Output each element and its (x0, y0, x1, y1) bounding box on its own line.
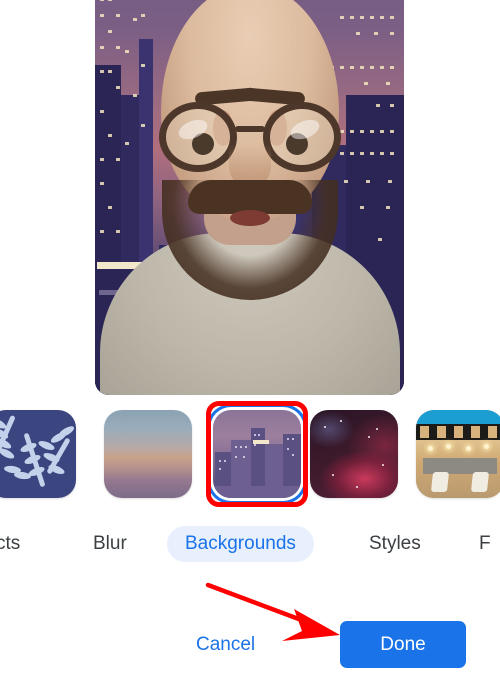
mouth (229, 210, 270, 226)
background-thumbnail-sunset-gradient[interactable] (104, 410, 192, 498)
tab-filters[interactable]: F (479, 526, 491, 562)
patio-thumbnail-art (416, 410, 500, 498)
fern-thumbnail-art (0, 410, 76, 498)
tab-effects[interactable]: cts (0, 526, 20, 562)
background-thumbnail-strip[interactable] (0, 410, 500, 500)
head (158, 0, 341, 300)
background-effects-panel: cts Blur Backgrounds Styles F Cancel Don… (0, 0, 500, 692)
lens-right (262, 102, 341, 172)
tab-styles[interactable]: Styles (369, 526, 421, 562)
background-thumbnail-fern-cyanotype[interactable] (0, 410, 76, 498)
tab-blur[interactable]: Blur (93, 526, 127, 562)
person-silhouette (95, 0, 404, 395)
background-thumbnail-patio-lounge[interactable] (416, 410, 500, 498)
nebula-thumbnail-art (310, 410, 398, 498)
self-view-video-preview[interactable] (95, 0, 404, 395)
night-city-thumbnail-art (213, 410, 301, 498)
lens-left (158, 102, 237, 172)
video-frame (95, 0, 404, 395)
done-button[interactable]: Done (340, 621, 466, 668)
mustache (187, 180, 312, 214)
effects-tab-bar[interactable]: cts Blur Backgrounds Styles F (0, 526, 500, 562)
sunset-thumbnail-art (104, 410, 192, 498)
background-thumbnail-night-city[interactable] (213, 410, 301, 498)
glasses-bridge (234, 126, 265, 132)
background-thumbnail-nebula-space[interactable] (310, 410, 398, 498)
tab-backgrounds[interactable]: Backgrounds (167, 526, 314, 562)
cancel-button[interactable]: Cancel (186, 628, 265, 662)
